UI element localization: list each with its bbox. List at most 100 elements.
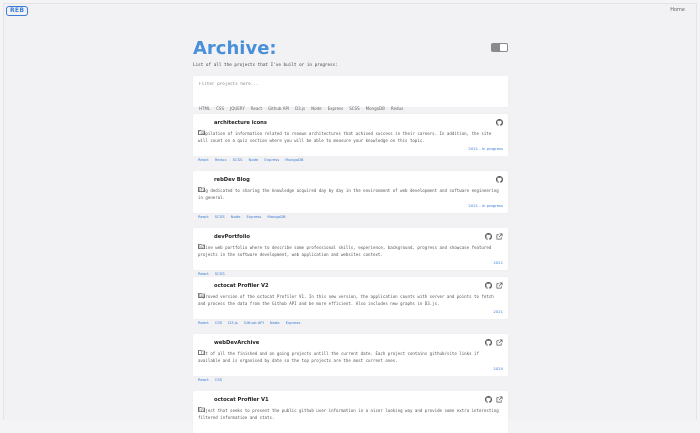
project-links [485,396,503,403]
tech-tag: CSS [214,377,223,382]
project-links [496,119,503,126]
tech-tag: React [198,320,209,325]
tech-tag: Node [269,320,280,325]
external-link-icon[interactable] [496,339,503,346]
theme-toggle[interactable] [491,43,508,52]
filter-tag[interactable]: Redux [391,106,404,111]
filter-tag[interactable]: JQUERY [230,106,245,111]
filter-input[interactable] [199,81,502,87]
tech-tag: Express [285,320,301,325]
tech-tag: Github API [243,320,264,325]
project-status: 2021 - In progress [468,146,503,151]
github-icon[interactable] [496,119,503,126]
project-title: devPortfolio [214,234,250,240]
project-card-header: octocat Profiler V1 [198,396,503,412]
project-title: octocat Profiler V1 [214,397,269,403]
project-description: List of all the finished and on going pr… [198,351,479,363]
project-footer: React SCSS Node Express MongoDB 2021 - In pro… [198,203,503,219]
project-card: devPortfolio Online web portfolio where t… [193,228,508,276]
project-card: architecture icons Compilation of informa… [193,114,508,162]
github-icon[interactable] [485,282,492,289]
tech-tag: SCSS [214,214,225,219]
project-status: 2021 [493,309,503,314]
github-icon[interactable] [496,176,503,183]
project-footer: React Redux SCSS Node Express MongoDB 2021 - I… [198,146,503,162]
github-icon[interactable] [485,233,492,240]
project-description: Compilation of information related to re… [198,131,492,143]
filter-tag[interactable]: SCSS [349,106,359,111]
project-card-header: architecture icons [198,119,503,135]
tech-tag: SCSS [232,157,243,162]
filter-tag[interactable]: MongoDB [366,106,385,111]
page-subtitle: List of all the projects that I've built… [193,63,338,68]
project-card: octocat Profiler V2 Improved version of t… [193,277,508,325]
project-status: 2020 [493,366,503,371]
site-logo[interactable]: REB [6,6,29,16]
tech-tag: Redux [214,157,227,162]
project-links [496,176,503,183]
project-footer: React CSS 2020 [198,366,503,382]
project-card: webDevArchive List of all the finished an… [193,334,508,382]
project-footer: React SCSS 2021 [198,260,503,276]
filter-tag[interactable]: Node [311,106,321,111]
filter-tag-list: HTML CSS JQUERY React Github API D3.js Node Exp… [199,95,502,114]
tech-tag: React [198,271,209,276]
project-card-header: octocat Profiler V2 [198,282,503,298]
folder-icon [198,397,205,412]
project-links [485,233,503,240]
theme-toggle-knob [500,44,507,51]
folder-icon [198,340,205,355]
project-title: octocat Profiler V2 [214,283,269,289]
project-description: Improved version of the octocat Profiler… [198,294,494,306]
github-icon[interactable] [485,339,492,346]
project-tech-list: React SCSS Node Express MongoDB [198,203,292,222]
folder-icon [198,177,205,192]
filter-panel: HTML CSS JQUERY React Github API D3.js Node Exp… [193,76,508,111]
tech-tag: MongoDB [285,157,304,162]
tech-tag: React [198,157,209,162]
tech-tag: MongoDB [267,214,286,219]
project-title: rebDev Blog [214,177,250,183]
tech-tag: React [198,377,209,382]
tech-tag: Express [264,157,280,162]
external-link-icon[interactable] [496,396,503,403]
project-title: webDevArchive [214,340,260,346]
filter-tag[interactable]: D3.js [295,106,305,111]
tech-tag: Node [248,157,259,162]
home-link[interactable]: Home [670,7,685,13]
folder-icon [198,120,205,135]
github-icon[interactable] [485,396,492,403]
project-title: architecture icons [214,120,267,126]
project-description: Blog dedicated to sharing the knowledge … [198,188,499,200]
project-links [485,282,503,289]
project-card-header: devPortfolio [198,233,503,249]
tech-tag: Express [246,214,262,219]
filter-tag[interactable]: CSS [216,106,224,111]
project-description: Project that seeks to present the public… [198,408,499,420]
folder-icon [198,283,205,298]
project-status: 2021 - In progress [468,203,503,208]
external-link-icon[interactable] [496,233,503,240]
tech-tag: React [198,214,209,219]
project-card: rebDev Blog Blog dedicated to sharing the… [193,171,508,219]
project-card: octocat Profiler V1 Project that seeks to… [193,391,508,433]
folder-icon [198,234,205,249]
tech-tag: CSS [214,320,223,325]
filter-tag[interactable]: HTML [199,106,210,111]
tech-tag: D3.js [228,320,238,325]
filter-tag[interactable]: Express [328,106,344,111]
project-tech-list: React CSS D3.js Github API Node Express [198,309,306,328]
project-tech-list: React Redux SCSS Node Express MongoDB [198,146,310,165]
tech-tag: SCSS [214,271,225,276]
page-title: Archive: [193,38,277,59]
tech-tag: Node [230,214,241,219]
project-card-header: webDevArchive [198,339,503,355]
project-footer: React CSS D3.js Github API Node Express 2021 [198,309,503,325]
filter-tag[interactable]: Github API [268,106,289,111]
filter-tag[interactable]: React [251,106,262,111]
project-card-header: rebDev Blog [198,176,503,192]
project-status: 2021 [493,260,503,265]
external-link-icon[interactable] [496,282,503,289]
project-tech-list: React CSS [198,366,228,385]
project-description: Online web portfolio where to describe s… [198,245,492,257]
